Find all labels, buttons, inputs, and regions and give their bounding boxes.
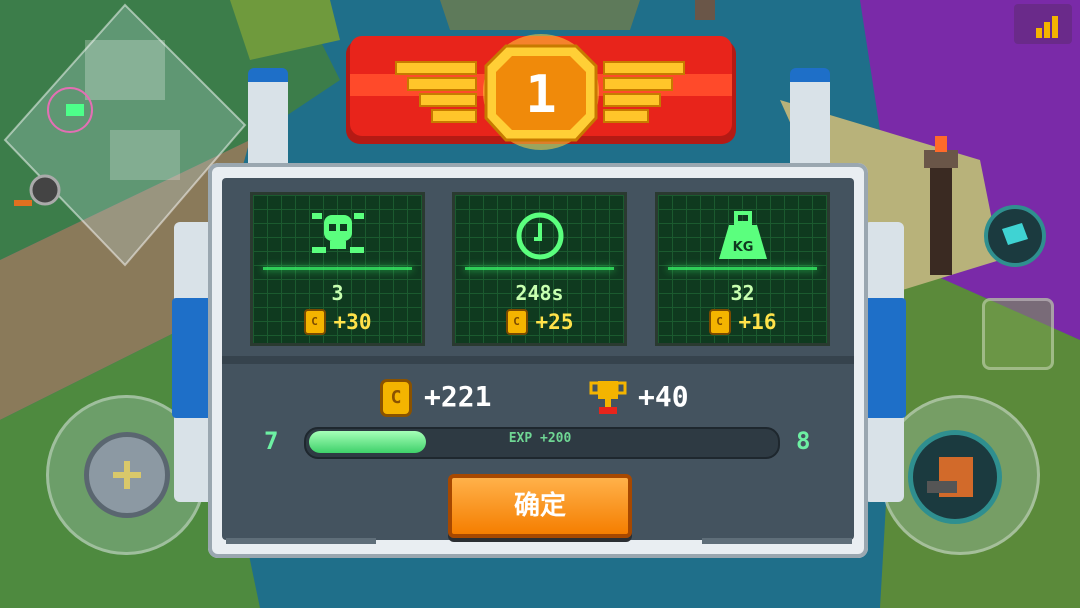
action-slot-1[interactable] <box>982 298 1054 370</box>
time-card: 248s C +25 <box>452 192 627 346</box>
coin-icon: C <box>505 309 528 335</box>
time-coin-bonus: +25 <box>535 310 574 334</box>
card-glow-line <box>668 267 817 270</box>
panel-divider <box>222 356 854 364</box>
trophy-total-value: +40 <box>638 380 689 413</box>
trophy-icon <box>588 378 628 422</box>
panel-bottom-deco-left <box>226 538 376 544</box>
joystick-knob[interactable] <box>84 432 170 518</box>
signal-icon[interactable] <box>1014 4 1072 44</box>
pipe-frame-right-blue <box>862 298 906 418</box>
coin-icon: C <box>708 309 731 335</box>
kills-coin-bonus: +30 <box>333 310 372 334</box>
weight-value: 32 <box>730 281 755 305</box>
kg-weight-icon: KG <box>715 211 771 267</box>
next-level: 8 <box>796 427 811 455</box>
kg-label: KG <box>732 240 753 255</box>
totals-row: C +221 +40 <box>380 378 710 418</box>
rank-number: 1 <box>525 65 556 125</box>
card-glow-line <box>465 267 614 270</box>
card-glow-line <box>263 267 412 270</box>
skull-crossbones-icon <box>308 211 368 265</box>
weight-card: KG 32 C +16 <box>655 192 830 346</box>
kills-value: 3 <box>331 281 344 305</box>
clock-icon <box>512 211 568 265</box>
skill-dash-button[interactable] <box>984 205 1046 267</box>
rank-banner: 1 <box>346 32 736 158</box>
coin-total-value: +221 <box>424 380 492 413</box>
coin-total-icon: C <box>380 379 412 417</box>
current-level: 7 <box>264 427 279 455</box>
panel-bottom-deco-right <box>702 538 852 544</box>
weapon-button[interactable] <box>908 430 1002 524</box>
time-value: 248s <box>515 281 564 305</box>
exp-label: EXP +200 <box>508 431 572 446</box>
coin-icon: C <box>303 309 326 335</box>
confirm-button[interactable]: 确定 <box>448 474 632 538</box>
kills-card: 3 C +30 <box>250 192 425 346</box>
weight-coin-bonus: +16 <box>738 310 777 334</box>
